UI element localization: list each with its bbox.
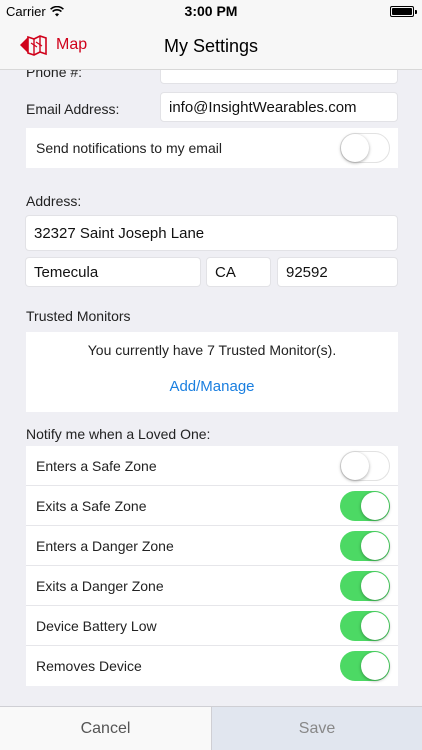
- removes-device-switch[interactable]: [340, 651, 390, 681]
- notify-label: Enters a Danger Zone: [36, 538, 174, 554]
- notify-label: Device Battery Low: [36, 618, 157, 634]
- notify-heading: Notify me when a Loved One:: [26, 426, 211, 442]
- notify-row-enters-safe-zone: Enters a Safe Zone: [26, 446, 398, 486]
- clock: 3:00 PM: [184, 3, 238, 19]
- email-notify-switch[interactable]: [340, 133, 390, 163]
- state-input[interactable]: CA: [206, 257, 271, 287]
- trusted-monitors-message: You currently have 7 Trusted Monitor(s).: [87, 342, 337, 358]
- email-notify-row: Send notifications to my email: [26, 128, 398, 168]
- notify-label: Removes Device: [36, 658, 142, 674]
- notify-row-exits-safe-zone: Exits a Safe Zone: [26, 486, 398, 526]
- add-manage-link[interactable]: Add/Manage: [26, 378, 398, 395]
- email-label: Email Address:: [26, 101, 120, 117]
- email-notify-label: Send notifications to my email: [36, 140, 222, 156]
- notify-row-enters-danger-zone: Enters a Danger Zone: [26, 526, 398, 566]
- phone-label: Phone #:: [26, 70, 83, 80]
- zip-input[interactable]: 92592: [277, 257, 398, 287]
- enters-safe-zone-switch[interactable]: [340, 451, 390, 481]
- notify-label: Exits a Safe Zone: [36, 498, 147, 514]
- settings-content[interactable]: Phone #: Email Address: info@InsightWear…: [0, 70, 422, 706]
- address-label: Address:: [26, 193, 82, 209]
- notify-row-removes-device: Removes Device: [26, 646, 398, 686]
- exits-danger-zone-switch[interactable]: [340, 571, 390, 601]
- city-input[interactable]: Temecula: [25, 257, 201, 287]
- battery-icon: [390, 6, 417, 17]
- save-button[interactable]: Save: [212, 707, 422, 750]
- trusted-monitors-card: You currently have 7 Trusted Monitor(s).…: [26, 332, 398, 412]
- trusted-monitors-heading: Trusted Monitors: [26, 308, 131, 324]
- status-bar: Carrier 3:00 PM: [0, 0, 422, 22]
- notify-label: Enters a Safe Zone: [36, 458, 157, 474]
- street-input[interactable]: 32327 Saint Joseph Lane: [25, 215, 398, 251]
- enters-danger-zone-switch[interactable]: [340, 531, 390, 561]
- notify-row-exits-danger-zone: Exits a Danger Zone: [26, 566, 398, 606]
- page-title: My Settings: [163, 36, 259, 56]
- navigation-bar: Map My Settings: [0, 22, 422, 70]
- email-input[interactable]: info@InsightWearables.com: [160, 92, 398, 122]
- cancel-button[interactable]: Cancel: [0, 707, 212, 750]
- notify-row-device-battery-low: Device Battery Low: [26, 606, 398, 646]
- phone-input[interactable]: [160, 70, 398, 84]
- exits-safe-zone-switch[interactable]: [340, 491, 390, 521]
- notify-label: Exits a Danger Zone: [36, 578, 164, 594]
- action-bar: Cancel Save: [0, 706, 422, 750]
- device-battery-low-switch[interactable]: [340, 611, 390, 641]
